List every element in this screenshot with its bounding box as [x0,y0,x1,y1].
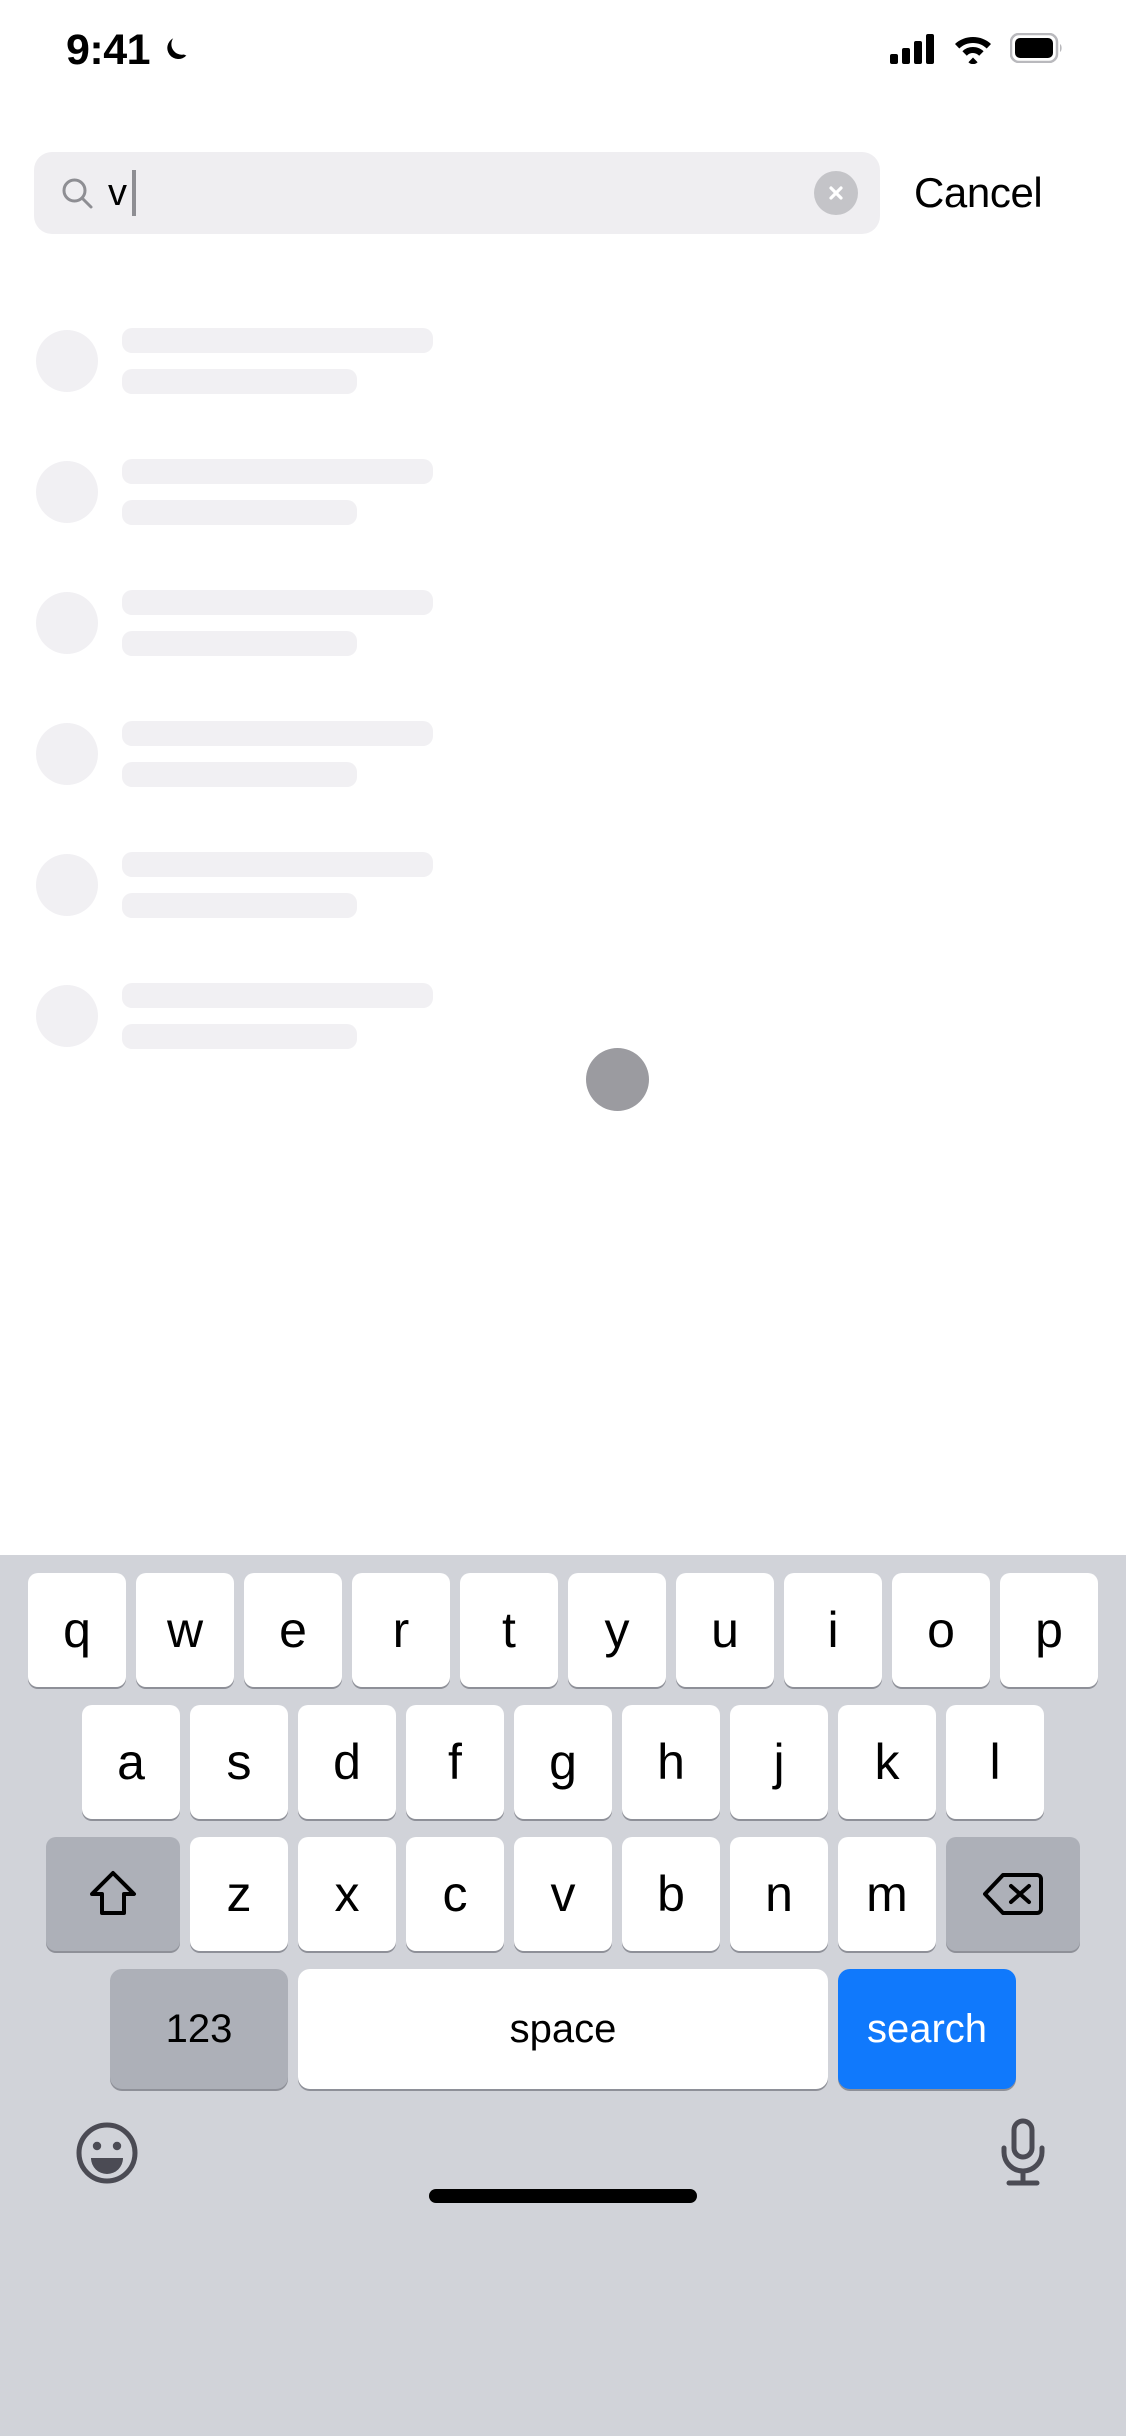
avatar-placeholder [36,854,98,916]
subtitle-placeholder [122,1024,357,1049]
key-space[interactable]: space [298,1969,828,2089]
key-numbers-123[interactable]: 123 [110,1969,288,2089]
status-bar: 9:41 [0,0,1126,100]
keyboard-row-4: 123 space search [0,1951,1126,2089]
title-placeholder [122,590,433,615]
key-z[interactable]: z [190,1837,288,1951]
backspace-delete-icon[interactable] [946,1837,1080,1951]
avatar-placeholder [36,330,98,392]
cursor-indicator [586,1048,649,1111]
wifi-icon [952,32,994,69]
key-w[interactable]: w [136,1573,234,1687]
title-placeholder [122,852,433,877]
microphone-icon[interactable] [994,2117,1052,2194]
subtitle-placeholder [122,762,357,787]
search-field[interactable]: v [34,152,880,234]
shift-arrow-icon[interactable] [46,1837,180,1951]
search-input-text[interactable]: v [108,170,854,216]
table-row[interactable] [0,316,1126,447]
key-e[interactable]: e [244,1573,342,1687]
title-placeholder [122,983,433,1008]
key-h[interactable]: h [622,1705,720,1819]
key-n[interactable]: n [730,1837,828,1951]
emoji-smiley-icon[interactable] [74,2120,140,2191]
keyboard-row-1: q w e r t y u i o p [0,1555,1126,1687]
keyboard-bottom-bar [0,2089,1126,2221]
status-bar-left: 9:41 [66,26,192,75]
key-a[interactable]: a [82,1705,180,1819]
title-placeholder [122,459,433,484]
avatar-placeholder [36,592,98,654]
search-bar: v Cancel [0,148,1126,238]
key-f[interactable]: f [406,1705,504,1819]
cancel-button[interactable]: Cancel [914,169,1043,217]
search-input-value: v [108,172,127,214]
subtitle-placeholder [122,500,357,525]
search-icon [60,176,94,210]
title-placeholder [122,328,433,353]
key-m[interactable]: m [838,1837,936,1951]
avatar-placeholder [36,461,98,523]
key-u[interactable]: u [676,1573,774,1687]
key-x[interactable]: x [298,1837,396,1951]
keyboard-row-2: a s d f g h j k l [0,1687,1126,1819]
key-l[interactable]: l [946,1705,1044,1819]
cellular-signal-icon [890,32,936,69]
key-v[interactable]: v [514,1837,612,1951]
key-s[interactable]: s [190,1705,288,1819]
status-bar-right [890,32,1064,69]
key-j[interactable]: j [730,1705,828,1819]
key-g[interactable]: g [514,1705,612,1819]
key-o[interactable]: o [892,1573,990,1687]
table-row[interactable] [0,578,1126,709]
key-i[interactable]: i [784,1573,882,1687]
onscreen-keyboard: q w e r t y u i o p a s d f g h j k l z … [0,1555,1126,2436]
table-row[interactable] [0,447,1126,578]
table-row[interactable] [0,840,1126,971]
key-search-return[interactable]: search [838,1969,1016,2089]
key-p[interactable]: p [1000,1573,1098,1687]
phone-screen: 9:41 v Cancel q w e r t y u i o p a s d … [0,0,1126,2436]
home-indicator[interactable] [429,2189,697,2203]
subtitle-placeholder [122,631,357,656]
key-t[interactable]: t [460,1573,558,1687]
moon-icon [162,35,192,65]
key-d[interactable]: d [298,1705,396,1819]
avatar-placeholder [36,985,98,1047]
key-b[interactable]: b [622,1837,720,1951]
search-results-list [0,316,1126,1102]
keyboard-row-3: z x c v b n m [0,1819,1126,1951]
key-q[interactable]: q [28,1573,126,1687]
subtitle-placeholder [122,893,357,918]
key-r[interactable]: r [352,1573,450,1687]
subtitle-placeholder [122,369,357,394]
key-c[interactable]: c [406,1837,504,1951]
table-row[interactable] [0,709,1126,840]
table-row[interactable] [0,971,1126,1102]
avatar-placeholder [36,723,98,785]
battery-icon [1009,32,1064,68]
key-y[interactable]: y [568,1573,666,1687]
title-placeholder [122,721,433,746]
status-bar-clock: 9:41 [66,25,151,74]
key-k[interactable]: k [838,1705,936,1819]
text-caret [132,170,136,216]
clear-circle-icon[interactable] [814,171,858,215]
